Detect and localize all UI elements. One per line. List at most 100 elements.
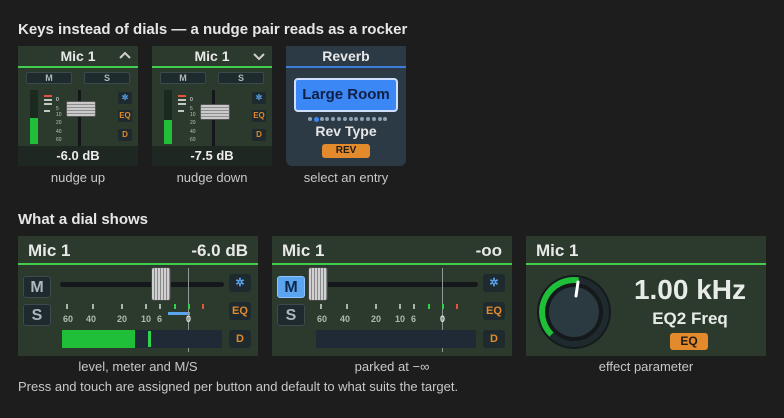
fader-track	[60, 282, 224, 287]
dynamics-button[interactable]: D	[483, 330, 505, 348]
solo-button[interactable]: S	[84, 72, 130, 84]
meter-tick	[44, 99, 52, 101]
fader-cap[interactable]	[200, 104, 230, 120]
meter-tick	[178, 95, 186, 97]
dynamics-button[interactable]: D	[118, 129, 132, 141]
fader-cap[interactable]	[151, 267, 171, 301]
entry-dot	[377, 117, 382, 121]
dial-parked-panel[interactable]: Mic 1 -oo M S 60 40 20 10 6 0 ✲ EQ D	[272, 236, 512, 356]
dial-effect-panel[interactable]: Mic 1 1.00 kHz EQ2 Freq EQ	[526, 236, 766, 356]
channel-name: Mic 1	[194, 48, 230, 64]
entry-dot	[383, 117, 388, 121]
dynamics-button[interactable]: D	[252, 129, 266, 141]
scale-tick	[346, 304, 348, 309]
fader-cap[interactable]	[308, 267, 328, 301]
scale-tick	[375, 304, 377, 309]
scale-label: 6	[157, 314, 163, 324]
solo-button[interactable]: S	[23, 304, 51, 326]
channel-name: Mic 1	[28, 241, 71, 260]
meter-tick	[44, 103, 52, 105]
mute-button[interactable]: M	[23, 276, 51, 298]
scale-label: 60	[190, 137, 196, 143]
eq-button[interactable]: EQ	[229, 302, 251, 320]
rev-badge: REV	[322, 144, 370, 158]
scale-label: 60	[63, 314, 74, 324]
scale-label: 20	[117, 314, 128, 324]
channel-name: Mic 1	[60, 48, 96, 64]
panel-header: Mic 1 -oo	[272, 236, 512, 265]
scale-tick	[428, 304, 430, 309]
entry-dot	[354, 117, 359, 121]
scale-label: 40	[340, 314, 351, 324]
caption-effect: effect parameter	[598, 359, 694, 374]
scale-tick	[202, 304, 204, 309]
solo-button[interactable]: S	[277, 304, 305, 326]
key-header: Mic 1	[18, 46, 138, 68]
scale-label: 0	[190, 97, 193, 103]
mute-solo-row: M S	[160, 72, 264, 84]
caption-level: level, meter and M/S	[78, 359, 198, 374]
section-title-dials: What a dial shows	[18, 211, 149, 228]
level-meter-fill	[30, 118, 38, 144]
scale-label: 40	[86, 314, 97, 324]
scale-label: 10	[141, 314, 152, 324]
eq-button[interactable]: EQ	[118, 110, 132, 122]
reverb-key[interactable]: Reverb Large Room Rev Type REV	[286, 46, 406, 166]
eq-badge: EQ	[670, 333, 708, 350]
mute-button[interactable]: M	[26, 72, 72, 84]
entry-dot	[360, 117, 365, 121]
entry-dot	[348, 117, 353, 121]
caption-select-entry: select an entry	[303, 170, 389, 185]
meter-tick	[178, 99, 186, 101]
knob-pointer	[574, 280, 580, 298]
scale-label: 20	[371, 314, 382, 324]
channel-key-nudge-up[interactable]: Mic 1 M S 0 5 10 20 40 60 ✲ EQ D -6.0 dB	[18, 46, 138, 166]
meter-tick	[44, 95, 52, 97]
settings-icon[interactable]: ✲	[252, 92, 266, 104]
scale-tick	[188, 304, 190, 309]
settings-icon[interactable]: ✲	[229, 274, 251, 292]
solo-button[interactable]: S	[218, 72, 264, 84]
entry-dot	[325, 117, 330, 121]
scale-tick	[399, 304, 401, 309]
footer-note: Press and touch are assigned per button …	[18, 379, 459, 394]
mute-solo-row: M S	[26, 72, 130, 84]
eq-button[interactable]: EQ	[483, 302, 505, 320]
dial-level-panel[interactable]: Mic 1 -6.0 dB M S 60 40 20 10 6 0 ✲ EQ D	[18, 236, 258, 356]
effect-value: 1.00 kHz	[633, 274, 747, 305]
scale-tick	[442, 304, 444, 309]
scale-label: 40	[56, 129, 62, 135]
scale-label: 10	[56, 112, 62, 118]
scale-tick	[320, 304, 322, 309]
fader-track	[314, 282, 478, 287]
entry-dot	[313, 116, 319, 122]
scale-tick	[66, 304, 68, 309]
scale-tick	[159, 304, 161, 309]
entry-dot	[308, 117, 312, 121]
effect-knob[interactable]	[534, 272, 614, 352]
scale-label: 10	[190, 112, 196, 118]
reverb-entry-button[interactable]: Large Room	[294, 78, 398, 112]
level-readout: -6.0 dB	[18, 146, 138, 166]
level-meter-fill	[62, 330, 135, 348]
mute-button[interactable]: M	[277, 276, 305, 298]
scale-label: 40	[190, 129, 196, 135]
scale-label: 60	[317, 314, 328, 324]
scale-label: 0	[56, 97, 59, 103]
chevron-down-icon	[253, 53, 265, 61]
dynamics-button[interactable]: D	[229, 330, 251, 348]
fader-cap[interactable]	[66, 101, 96, 117]
eq-button[interactable]: EQ	[252, 110, 266, 122]
mute-button[interactable]: M	[160, 72, 206, 84]
panel-header: Mic 1	[526, 236, 766, 265]
level-readout: -6.0 dB	[191, 241, 248, 260]
scale-label: 60	[56, 137, 62, 143]
channel-name: Mic 1	[282, 241, 325, 260]
channel-key-nudge-down[interactable]: Mic 1 M S 0 5 10 20 40 60 ✲ EQ D -7.5 dB	[152, 46, 272, 166]
scale-label: 20	[56, 120, 62, 126]
meter-tick	[178, 103, 186, 105]
settings-icon[interactable]: ✲	[483, 274, 505, 292]
scale-tick	[92, 304, 94, 309]
settings-icon[interactable]: ✲	[118, 92, 132, 104]
scale-label: 10	[395, 314, 406, 324]
